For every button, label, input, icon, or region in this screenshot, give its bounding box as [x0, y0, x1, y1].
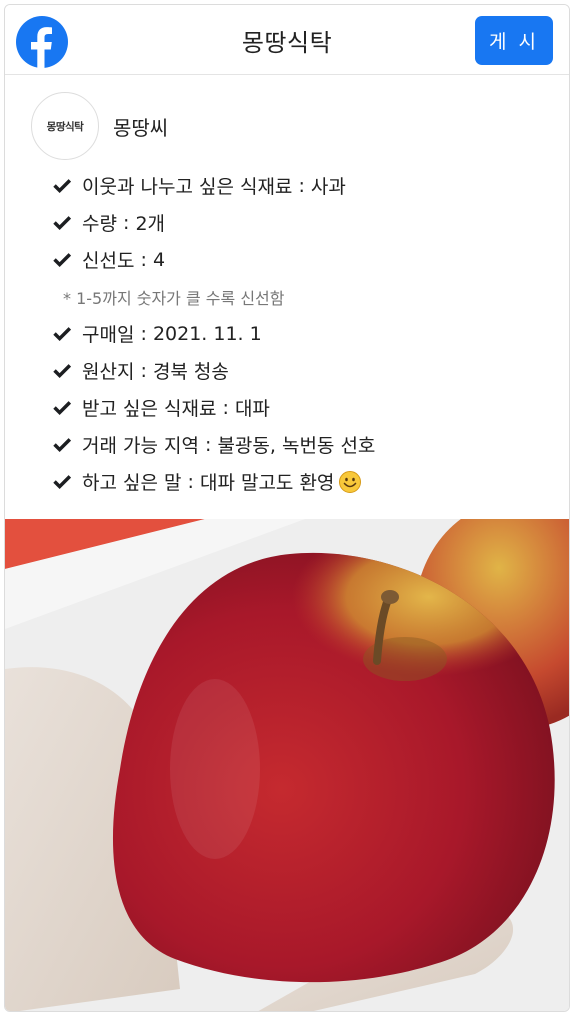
- detail-separator: :: [134, 248, 153, 271]
- detail-value: 대파 말고도 환영: [199, 472, 335, 494]
- detail-value: 경북 청송: [152, 361, 229, 383]
- check-icon: [53, 363, 72, 378]
- detail-label: 하고 싶은 말: [82, 472, 182, 494]
- check-icon: [53, 326, 72, 341]
- detail-separator: :: [216, 396, 235, 419]
- detail-value: 사과: [310, 176, 346, 198]
- top-bar: 몽땅식탁 게 시: [5, 5, 569, 75]
- detail-separator: :: [292, 174, 311, 197]
- check-icon: [53, 474, 72, 489]
- detail-item-origin: 원산지 : 경북 청송: [51, 352, 561, 389]
- check-icon: [53, 215, 72, 230]
- post-button[interactable]: 게 시: [475, 16, 553, 65]
- avatar-logo-text: 몽땅식탁: [46, 120, 84, 133]
- check-icon: [53, 252, 72, 267]
- detail-value: 대파: [234, 398, 270, 420]
- author-name[interactable]: 몽땅씨: [113, 112, 168, 141]
- post-card: 몽땅식탁 게 시 몽땅식탁 몽땅씨 이웃과 나누고 싶은 식재료 : 사과 수량…: [4, 4, 570, 1012]
- detail-item-trade-area: 거래 가능 지역 : 불광동, 녹번동 선호: [51, 426, 561, 463]
- detail-item-quantity: 수량 : 2개: [51, 204, 561, 241]
- detail-list: 이웃과 나누고 싶은 식재료 : 사과 수량 : 2개 신선도 : 4 * 1-…: [51, 167, 561, 500]
- detail-label: 수량: [82, 213, 117, 235]
- detail-separator: :: [181, 470, 200, 493]
- detail-item-freshness: 신선도 : 4: [51, 241, 561, 278]
- detail-item-purchase-date: 구매일 : 2021. 11. 1: [51, 315, 561, 352]
- apple-photo[interactable]: [5, 519, 570, 1012]
- detail-item-message: 하고 싶은 말 : 대파 말고도 환영: [51, 463, 561, 500]
- detail-separator: :: [134, 359, 153, 382]
- detail-label: 신선도: [82, 250, 135, 272]
- smiling-face-icon: [339, 470, 362, 493]
- detail-label: 구매일: [82, 324, 135, 346]
- detail-value: 2021. 11. 1: [152, 322, 262, 345]
- check-icon: [53, 178, 72, 193]
- check-icon: [53, 437, 72, 452]
- detail-item-wanted-ingredient: 받고 싶은 식재료 : 대파: [51, 389, 561, 426]
- detail-label: 거래 가능 지역: [82, 435, 199, 457]
- detail-value: 2개: [135, 213, 166, 235]
- detail-separator: :: [116, 211, 136, 234]
- detail-item-ingredient: 이웃과 나누고 싶은 식재료 : 사과: [51, 167, 561, 204]
- avatar[interactable]: 몽땅식탁: [31, 92, 99, 160]
- post-author: 몽땅식탁 몽땅씨: [31, 91, 168, 161]
- detail-label: 이웃과 나누고 싶은 식재료: [82, 176, 293, 198]
- detail-label: 원산지: [82, 361, 135, 383]
- detail-label: 받고 싶은 식재료: [82, 398, 217, 420]
- detail-value: 불광동, 녹번동 선호: [217, 435, 376, 457]
- detail-separator: :: [134, 322, 153, 345]
- detail-value: 4: [152, 248, 166, 271]
- detail-separator: :: [198, 433, 218, 456]
- freshness-note: * 1-5까지 숫자가 클 수록 신선함: [63, 288, 285, 308]
- check-icon: [53, 400, 72, 415]
